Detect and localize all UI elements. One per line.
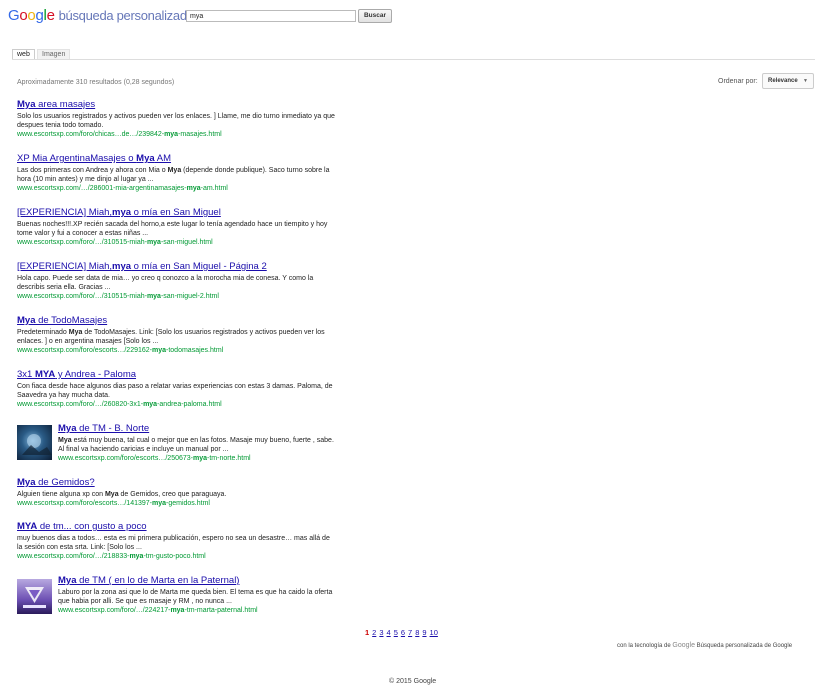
result-title-link[interactable]: [EXPERIENCIA] Miah,mya o mía en San Migu… (17, 261, 335, 273)
result-title-link[interactable]: MYA de tm... con gusto a poco (17, 521, 335, 533)
result-url: www.escortsxp.com/foro/escorts…/141397-m… (17, 500, 210, 507)
powered-by: con la tecnología de Google Búsqueda per… (617, 642, 792, 649)
page-link-5[interactable]: 5 (394, 628, 398, 637)
powered-google-logo: Google (672, 642, 695, 649)
result-item: [EXPERIENCIA] Miah,mya o mía en San Migu… (17, 261, 335, 301)
google-wordmark: Google (8, 7, 55, 24)
result-title-link[interactable]: Mya de TM - B. Norte (58, 423, 338, 435)
search-button[interactable]: Buscar (358, 9, 392, 23)
result-url: www.escortsxp.com/foro/…/224217-mya-tm-m… (58, 607, 258, 614)
thumbnail-image-icon (22, 434, 52, 455)
result-url: www.escortsxp.com/foro/chicas…de…/239842… (17, 131, 222, 138)
powered-suffix: Búsqueda personalizada de Google (696, 643, 793, 649)
result-thumbnail-image[interactable] (17, 425, 52, 460)
result-url: www.escortsxp.com/foro/escorts…/229162-m… (17, 347, 224, 354)
sort-label: Ordenar por: (718, 78, 758, 85)
result-url: www.escortsxp.com/foro/…/260820-3x1-mya-… (17, 401, 222, 408)
logo-letter: e (46, 7, 55, 24)
result-snippet: Laburo por la zona asi que lo de Marta m… (58, 589, 333, 605)
sort-select[interactable]: Relevance ▼ (762, 73, 814, 89)
result-item: Mya de TM ( en lo de Marta en la Paterna… (58, 575, 338, 615)
thumbnail-image-icon (23, 587, 46, 608)
sort-value: Relevance (768, 78, 798, 84)
page-link-8[interactable]: 8 (415, 628, 419, 637)
result-url: www.escortsxp.com/…/286001-mia-argentina… (17, 185, 228, 192)
copyright: © 2015 Google (389, 678, 437, 685)
result-snippet: Mya está muy buena, tal cual o mejor que… (58, 437, 334, 453)
result-item: 3x1 MYA y Andrea - Paloma Con fiaca desde… (17, 369, 335, 409)
result-item: Mya de Gemidos? Alguien tiene alguna xp c… (17, 477, 335, 508)
result-title-link[interactable]: Mya de Gemidos? (17, 477, 335, 489)
page-link-7[interactable]: 7 (408, 628, 412, 637)
result-snippet: Con fiaca desde hace algunos dias paso a… (17, 383, 333, 399)
page-link-2[interactable]: 2 (372, 628, 376, 637)
result-item: Mya de TM - B. Norte Mya está muy buena, … (58, 423, 338, 463)
chevron-down-icon: ▼ (803, 78, 808, 84)
result-title-link[interactable]: Mya de TM ( en lo de Marta en la Paterna… (58, 575, 338, 587)
result-item: XP Mia ArgentinaMasajes o Mya AM Las dos … (17, 153, 335, 193)
result-snippet: Hola capo. Puede ser data de mia… yo cre… (17, 275, 314, 291)
logo-letter: g (35, 7, 44, 24)
result-item: Mya area masajes Solo los usuarios regist… (17, 99, 335, 139)
result-title-link[interactable]: 3x1 MYA y Andrea - Paloma (17, 369, 335, 381)
result-snippet: Predeterminado Mya de TodoMasajes. Link:… (17, 329, 325, 345)
result-title-link[interactable]: [EXPERIENCIA] Miah,mya o mía en San Migu… (17, 207, 335, 219)
result-snippet: Alguien tiene alguna xp con Mya de Gemid… (17, 491, 227, 498)
logo-subtitle: búsqueda personalizada (58, 8, 194, 23)
result-snippet: Las dos primeras con Andrea y ahora con … (17, 167, 330, 183)
result-url: www.escortsxp.com/foro/…/310515-miah-mya… (17, 293, 219, 300)
page-current: 1 (365, 628, 370, 637)
google-logo[interactable]: Google búsqueda personalizada (8, 7, 194, 24)
page-link-10[interactable]: 10 (430, 628, 438, 637)
tab-divider (12, 59, 815, 60)
logo-letter: G (8, 7, 20, 24)
powered-prefix: con la tecnología de (617, 643, 671, 649)
page-link-6[interactable]: 6 (401, 628, 405, 637)
header: Googlebúsqueda personalizada Buscar (0, 0, 829, 36)
result-title-link[interactable]: Mya area masajes (17, 99, 335, 111)
result-item: Mya de TodoMasajes Predeterminado Mya de … (17, 315, 335, 355)
result-thumbnail-image[interactable] (17, 579, 52, 614)
page-link-4[interactable]: 4 (387, 628, 391, 637)
page-link-9[interactable]: 9 (422, 628, 426, 637)
result-url: www.escortsxp.com/foro/…/310515-miah-mya… (17, 239, 213, 246)
result-title-link[interactable]: Mya de TodoMasajes (17, 315, 335, 327)
result-item: [EXPERIENCIA] Miah,mya o mía en San Migu… (17, 207, 335, 247)
pagination: 1 2 3 4 5 6 7 8 9 10 (365, 628, 441, 637)
result-snippet: Buenas noches!!!.XP recién sacada del ho… (17, 221, 328, 237)
result-snippet: muy buenos dias a todos… esta es mi prim… (17, 535, 330, 551)
search-input[interactable] (186, 10, 356, 22)
result-url: www.escortsxp.com/foro/…/218833-mya-tm-g… (17, 553, 206, 560)
result-snippet: Solo los usuarios registrados y activos … (17, 113, 335, 129)
result-title-link[interactable]: XP Mia ArgentinaMasajes o Mya AM (17, 153, 335, 165)
results-count: Aproximadamente 310 resultados (0,28 seg… (17, 79, 175, 86)
result-url: www.escortsxp.com/foro/escorts…/250673-m… (58, 455, 251, 462)
page-link-3[interactable]: 3 (379, 628, 383, 637)
result-item: MYA de tm... con gusto a poco muy buenos … (17, 521, 335, 561)
